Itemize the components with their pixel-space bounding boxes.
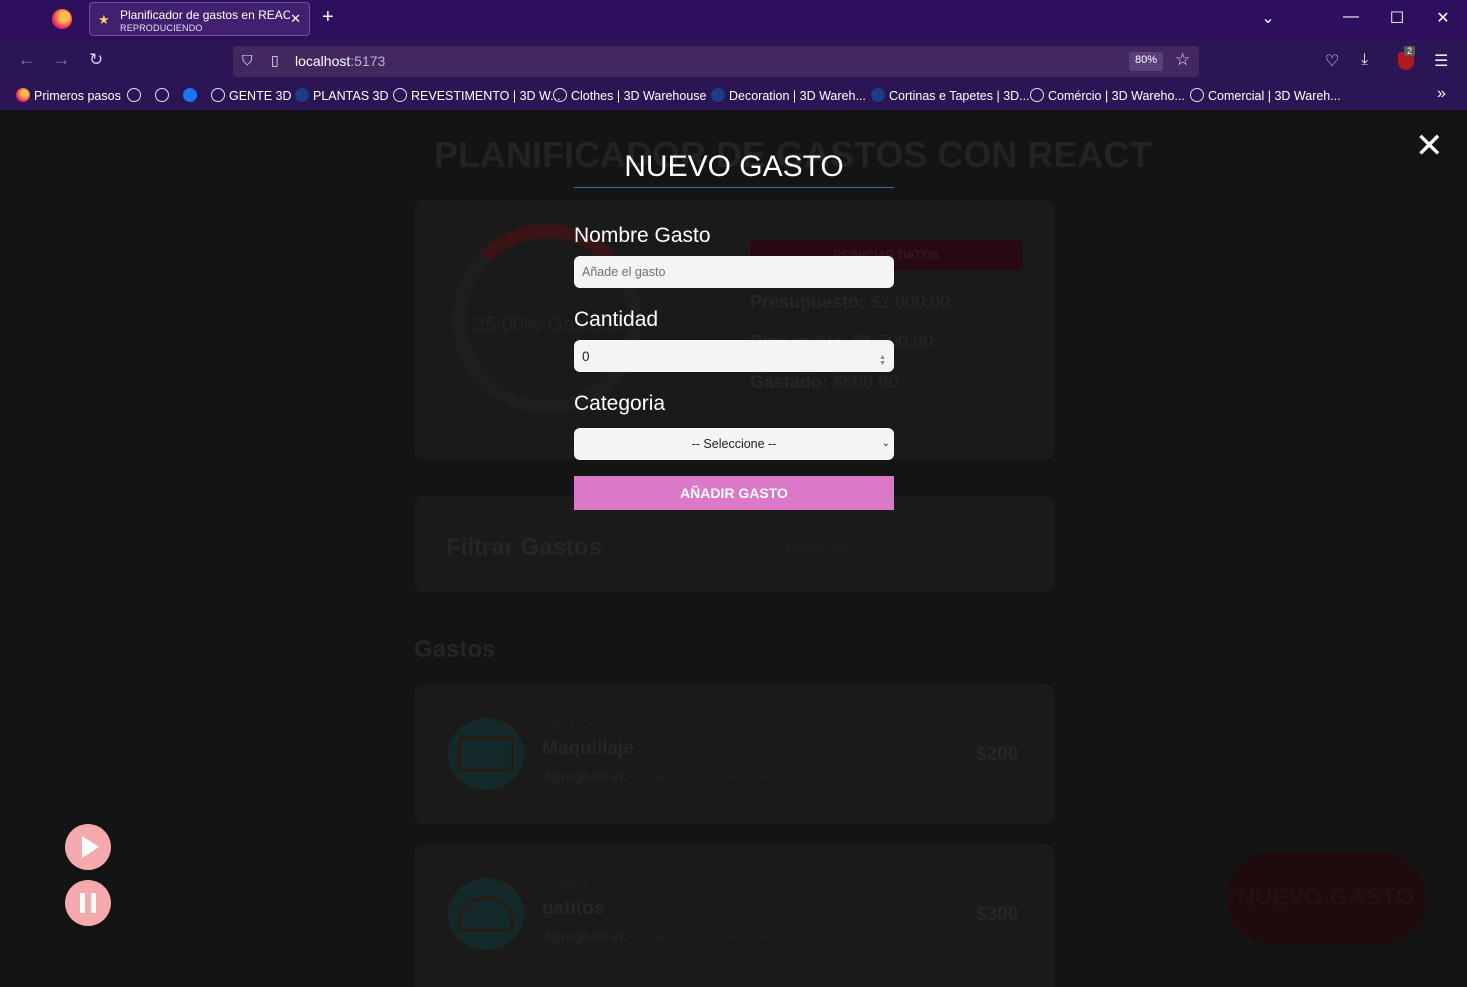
category-label: Categoria <box>574 392 666 415</box>
maximize-icon[interactable]: ☐ <box>1385 8 1409 28</box>
facebook-icon <box>183 88 197 102</box>
number-spinner-icon[interactable]: ▲ ▼ <box>879 354 886 367</box>
extension-badge-count: 2 <box>1404 46 1416 56</box>
expense-name: Maquillaje <box>542 738 634 759</box>
downloads-icon[interactable]: ⤓ <box>1361 51 1368 69</box>
sketchup-icon <box>295 88 309 102</box>
globe-icon <box>553 88 567 102</box>
back-arrow-icon[interactable]: ← <box>18 50 35 70</box>
pause-button[interactable] <box>65 880 111 926</box>
url-host: localhost <box>295 53 351 69</box>
firefox-logo-icon[interactable] <box>52 9 72 29</box>
sketchup-icon <box>871 88 885 102</box>
play-button[interactable] <box>65 824 111 870</box>
bookmarks-overflow-chevron-icon[interactable]: » <box>1437 85 1446 103</box>
globe-icon <box>1190 88 1204 102</box>
page-info-icon[interactable]: ▯ <box>271 52 279 69</box>
bookmark-primeros-pasos[interactable]: Primeros pasos <box>16 88 121 103</box>
tab-list-chevron-icon[interactable]: ⌄ <box>1256 8 1280 28</box>
category-select[interactable]: -- Seleccione -- ⌄ <box>574 428 894 460</box>
expense-date: Agregado el: 08 de noviembre de 2022 <box>542 928 790 944</box>
bookmark-comercio[interactable]: Comércio | 3D Wareho... <box>1030 88 1185 103</box>
bookmark-globe-1[interactable] <box>127 88 145 103</box>
expense-name: gatitos <box>542 898 605 919</box>
amount-field: ▲▼ <box>574 340 894 372</box>
new-expense-button: NUEVO GASTO <box>1226 852 1426 944</box>
amount-label: Cantidad <box>574 308 659 331</box>
bookmark-gente-3d[interactable]: GENTE 3D <box>211 88 292 103</box>
category-selected-value: -- Seleccione -- <box>691 437 777 451</box>
nav-bar: ← → ↻ ⛉ ▯ localhost:5173 80% ☆ ♡ ⤓ 2 ☰ <box>0 40 1467 82</box>
expense-date-value: 08 de noviembre de 2022 <box>631 928 791 944</box>
expense-amount: $300 <box>976 904 1019 925</box>
bookmark-plantas-3d[interactable]: PLANTAS 3D <box>295 88 389 103</box>
expense-name-input[interactable] <box>574 256 894 288</box>
expense-amount-input[interactable] <box>574 340 894 372</box>
url-bar[interactable]: ⛉ ▯ localhost:5173 80% ☆ <box>233 46 1199 77</box>
add-expense-button[interactable]: AÑADIR GASTO <box>574 476 894 510</box>
name-label: Nombre Gasto <box>574 224 711 247</box>
tab-close-icon[interactable]: ✕ <box>290 11 301 27</box>
expenses-heading: Gastos <box>414 636 496 663</box>
globe-icon <box>1030 88 1044 102</box>
burger-icon <box>458 896 514 932</box>
page-viewport: PLANIFICADOR DE GASTOS CON REACT 25.00% … <box>0 110 1467 987</box>
modal-title: NUEVO GASTO <box>574 150 894 188</box>
close-window-icon[interactable]: ✕ <box>1431 8 1455 28</box>
tab-strip: ★ Planificador de gastos en REACT REPROD… <box>0 0 1467 40</box>
bookmark-globe-2[interactable] <box>155 88 173 103</box>
bookmark-clothes[interactable]: Clothes | 3D Warehouse <box>553 88 707 103</box>
expense-amount: $200 <box>976 744 1019 765</box>
bookmarks-toolbar: Primeros pasos GENTE 3D PLANTAS 3D REVES… <box>0 82 1467 110</box>
pocket-icon[interactable]: ♡ <box>1325 51 1339 71</box>
globe-icon <box>393 88 407 102</box>
expense-date: Agregado el: 08 de noviembre de 2022 <box>542 768 790 784</box>
globe-icon <box>127 88 141 102</box>
chevron-down-icon: ⌄ <box>881 438 890 449</box>
new-tab-plus-icon[interactable]: + <box>322 6 334 29</box>
minimize-icon[interactable]: — <box>1339 8 1363 26</box>
bookmark-comercial[interactable]: Comercial | 3D Wareh... <box>1190 88 1341 103</box>
tab-title: Planificador de gastos en REACT <box>120 8 290 22</box>
bookmark-facebook[interactable] <box>183 88 201 103</box>
globe-icon <box>211 88 225 102</box>
tab-playing-status: REPRODUCIENDO <box>120 23 203 33</box>
pause-icon <box>80 893 85 913</box>
play-icon <box>82 836 99 858</box>
bookmark-star-icon[interactable]: ☆ <box>1175 50 1190 70</box>
forward-arrow-icon[interactable]: → <box>53 50 70 70</box>
url-text[interactable]: localhost:5173 <box>295 53 385 69</box>
expense-category-icon <box>448 718 524 790</box>
star-favicon-icon: ★ <box>98 12 110 27</box>
globe-icon <box>155 88 169 102</box>
expense-category: GASTOS <box>542 716 592 730</box>
bookmark-decoration[interactable]: Decoration | 3D Wareh... <box>711 88 866 103</box>
tab-active[interactable]: ★ Planificador de gastos en REACT REPROD… <box>89 2 310 36</box>
expense-category-icon <box>448 878 524 950</box>
bookmark-cortinas[interactable]: Cortinas e Tapetes | 3D... <box>871 88 1030 103</box>
credit-card-icon <box>458 736 514 772</box>
sketchup-icon <box>711 88 725 102</box>
browser-window: ★ Planificador de gastos en REACT REPROD… <box>0 0 1467 987</box>
filter-label: Filtrar Gastos <box>446 534 603 561</box>
expense-category: COMIDA <box>542 876 590 890</box>
firefox-icon <box>16 88 30 102</box>
tracking-shield-icon[interactable]: ⛉ <box>242 52 253 69</box>
modal-close-icon[interactable]: ✕ <box>1415 129 1444 163</box>
bookmark-revestimento[interactable]: REVESTIMENTO | 3D W... <box>393 88 561 103</box>
url-port: :5173 <box>350 53 386 69</box>
hamburger-menu-icon[interactable]: ☰ <box>1434 51 1448 71</box>
filter-select: -- Mostrar todo -- <box>614 535 1024 561</box>
expense-date-label: Agregado el: <box>542 768 628 784</box>
expense-date-label: Agregado el: <box>542 928 628 944</box>
reload-icon[interactable]: ↻ <box>89 50 103 70</box>
zoom-level-badge[interactable]: 80% <box>1129 52 1164 71</box>
new-expense-form: NUEVO GASTO Nombre Gasto Cantidad ▲▼ Cat… <box>574 150 894 510</box>
expense-date-value: 08 de noviembre de 2022 <box>631 768 791 784</box>
pause-icon <box>91 893 96 913</box>
